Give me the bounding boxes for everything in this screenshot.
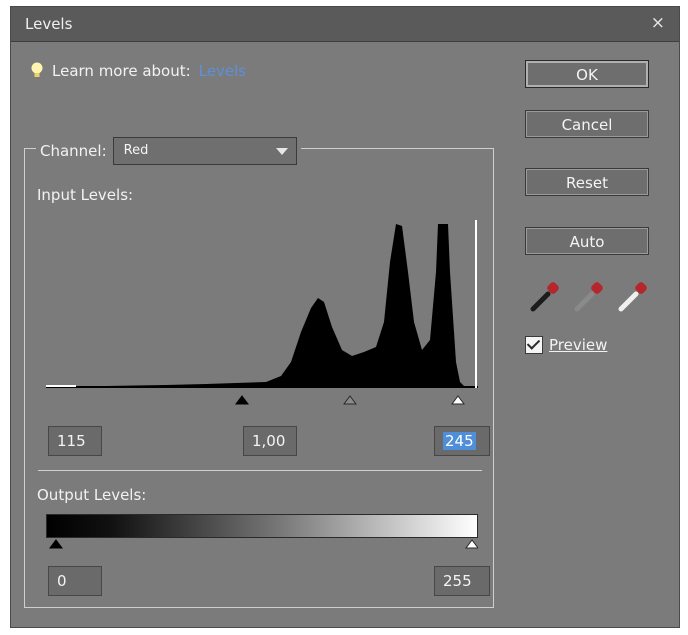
output-slider-track	[46, 538, 478, 552]
reset-button[interactable]: Reset	[525, 168, 649, 196]
input-slider-track	[46, 394, 478, 408]
preview-checkbox[interactable]: Preview	[525, 336, 607, 354]
close-icon[interactable]: ×	[651, 13, 665, 33]
learn-more-row: Learn more about: Levels	[30, 62, 246, 80]
white-point-eyedropper-icon[interactable]	[616, 280, 650, 314]
channel-selected-value: Red	[123, 143, 149, 158]
cancel-button[interactable]: Cancel	[525, 110, 649, 138]
input-levels-label: Input Levels:	[37, 186, 134, 204]
channel-select[interactable]: Red	[112, 137, 297, 165]
lightbulb-icon	[31, 62, 43, 77]
checkbox-icon[interactable]	[525, 336, 543, 354]
output-white-field[interactable]: 255	[434, 566, 490, 596]
white-output-slider-icon	[465, 539, 478, 549]
title-bar[interactable]: Levels ×	[11, 7, 679, 42]
ok-button[interactable]: OK	[525, 60, 649, 88]
output-gradient-bar	[46, 514, 478, 538]
gray-point-eyedropper-icon[interactable]	[572, 280, 606, 314]
preview-label: Preview	[549, 336, 608, 354]
gamma-input-slider-icon	[343, 395, 357, 405]
output-levels-label: Output Levels:	[37, 486, 147, 504]
chevron-down-icon[interactable]	[275, 148, 288, 155]
learn-more-label: Learn more about:	[52, 62, 191, 80]
input-white-field[interactable]: 245	[434, 426, 490, 456]
black-input-slider-icon	[235, 395, 249, 405]
eyedropper-group	[528, 280, 650, 314]
input-black-field[interactable]: 115	[48, 426, 102, 456]
input-gamma-field[interactable]: 1,00	[243, 426, 297, 456]
output-black-field[interactable]: 0	[48, 566, 102, 596]
black-output-slider-icon	[49, 539, 63, 549]
learn-more-link[interactable]: Levels	[199, 62, 246, 80]
auto-button[interactable]: Auto	[525, 227, 649, 255]
histogram	[46, 212, 478, 388]
divider	[38, 470, 482, 471]
input-white-selected-text: 245	[443, 432, 476, 450]
channel-label: Channel:	[40, 142, 107, 160]
channel-row: Channel: Red	[36, 137, 301, 165]
dialog-title: Levels	[25, 15, 73, 33]
white-input-slider-icon	[451, 395, 465, 405]
black-point-eyedropper-icon[interactable]	[528, 280, 562, 314]
